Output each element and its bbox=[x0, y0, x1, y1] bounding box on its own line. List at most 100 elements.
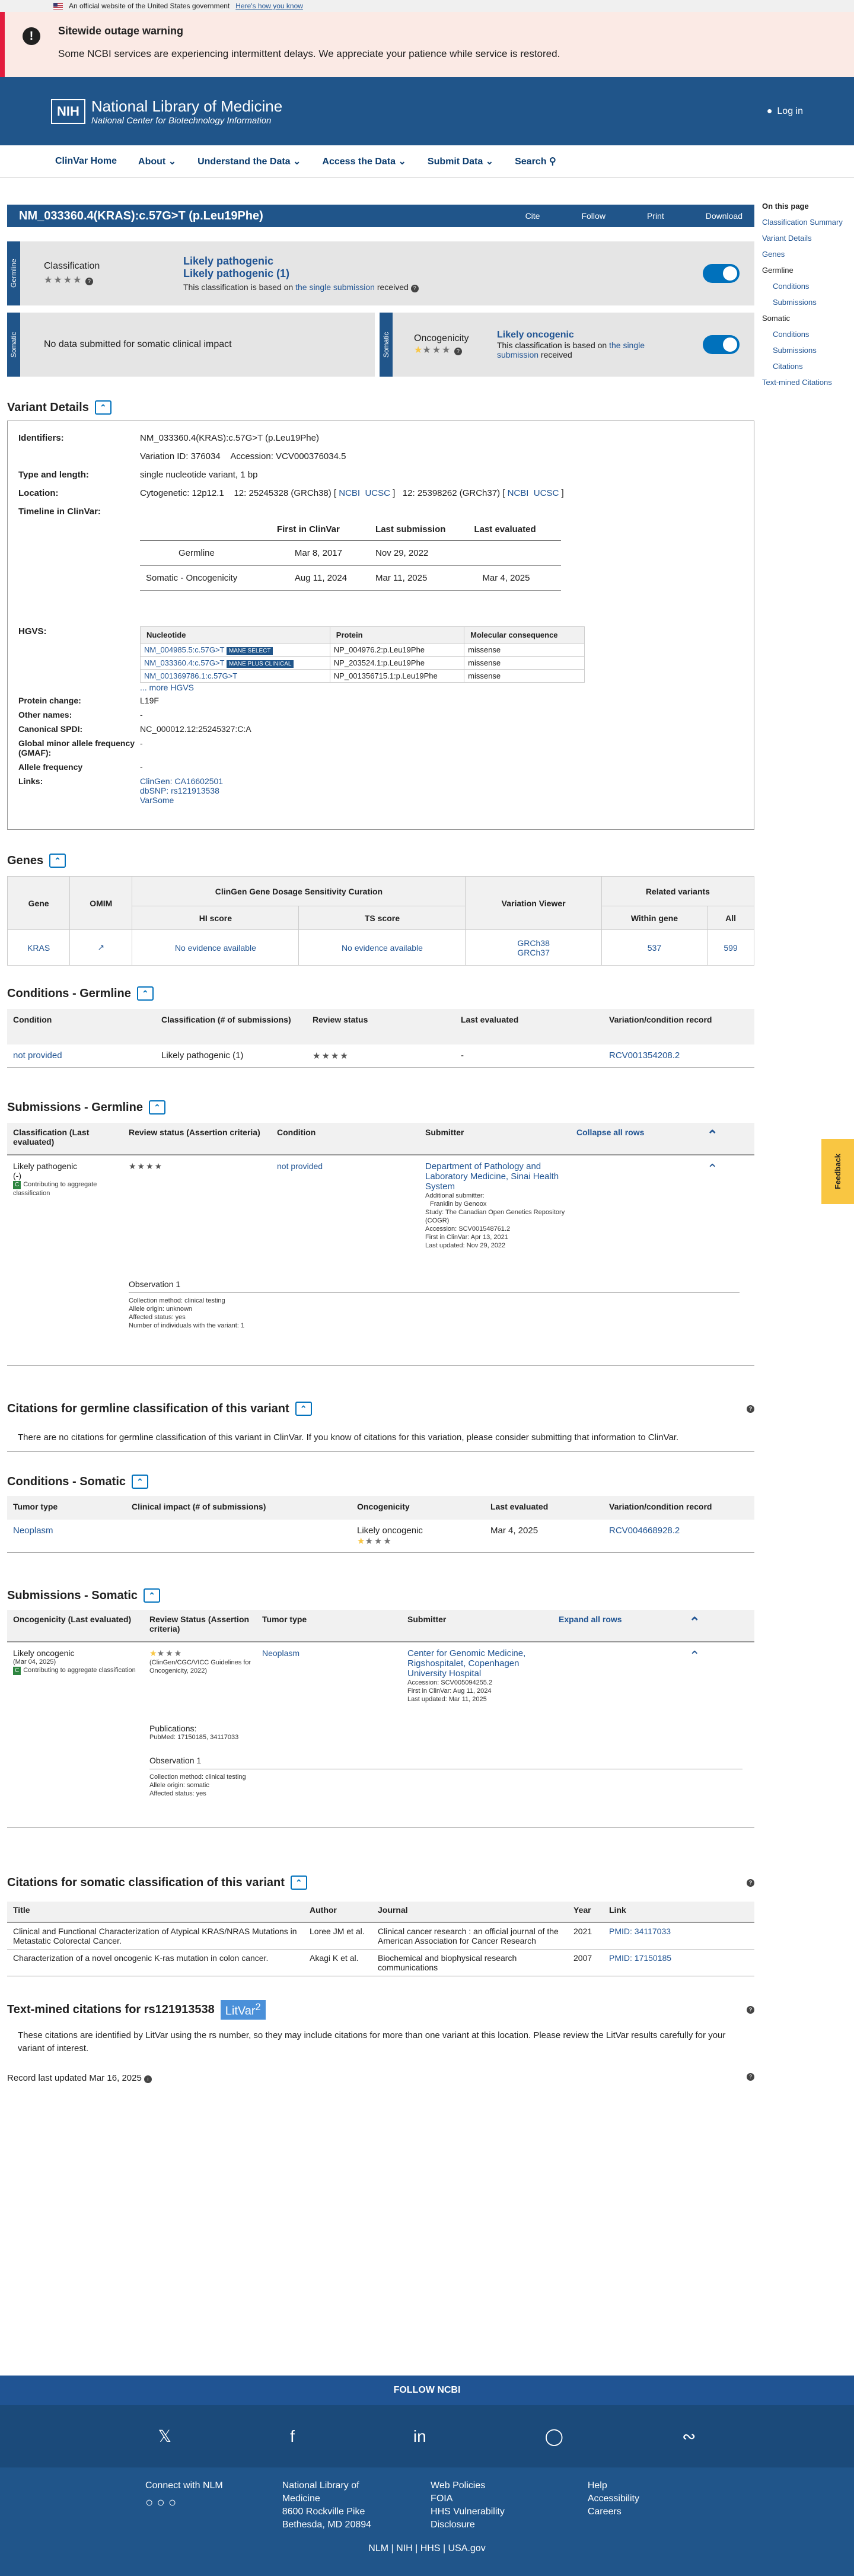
on-this-page-title: On this page bbox=[762, 202, 809, 211]
variant-details-box: Identifiers: NM_033360.4(KRAS):c.57G>T (p… bbox=[7, 421, 754, 830]
collapse-icon[interactable]: ⌃ bbox=[136, 986, 154, 1001]
type-label: Type and length: bbox=[18, 470, 89, 480]
github-icon[interactable]: ◯ bbox=[545, 2427, 563, 2446]
somatic-label-2: Somatic bbox=[380, 313, 393, 377]
gene-kras-link[interactable]: KRAS bbox=[27, 943, 50, 953]
dbsnp-link[interactable]: dbSNP: rs121913538 bbox=[140, 786, 743, 795]
somatic-label: Somatic bbox=[7, 313, 20, 377]
nav-search[interactable]: Search ⚲ bbox=[515, 155, 556, 167]
cite-button[interactable]: Cite bbox=[525, 211, 540, 221]
collapse-icon[interactable]: ⌃ bbox=[144, 1588, 161, 1603]
nlm-logo[interactable]: NIH National Library of Medicine Nationa… bbox=[51, 97, 282, 126]
x-icon[interactable]: 𝕏 bbox=[158, 2427, 172, 2446]
nav-clinvar-home[interactable]: ClinVar Home bbox=[55, 156, 117, 167]
external-link-icon[interactable]: ↗ bbox=[97, 942, 104, 952]
collapse-icon[interactable]: ⌃ bbox=[290, 1876, 307, 1890]
help-icon[interactable]: ? bbox=[410, 284, 419, 292]
feedback-button[interactable]: Feedback bbox=[821, 1139, 854, 1204]
germline-toggle[interactable] bbox=[703, 264, 740, 283]
single-submission-link[interactable]: the single submission bbox=[295, 282, 375, 292]
somatic-toggle[interactable] bbox=[703, 335, 740, 354]
germline-summary: Germline Classification ★★★★ ? Likely pa… bbox=[7, 241, 754, 305]
expand-all-button[interactable]: Expand all rows bbox=[559, 1615, 689, 1636]
main-nav: ClinVar Home About ⌄ Understand the Data… bbox=[0, 145, 854, 178]
rn-genes[interactable]: Genes bbox=[762, 250, 854, 259]
somatic-basis: This classification is based on the sing… bbox=[497, 340, 645, 359]
nav-access[interactable]: Access the Data ⌄ bbox=[322, 155, 406, 167]
chevron-up-icon[interactable]: ⌃ bbox=[689, 1615, 737, 1636]
variant-details-title: Variant Details bbox=[7, 400, 89, 414]
litvar-logo[interactable]: LitVar2 bbox=[220, 2000, 266, 2020]
footer-bottom-links[interactable]: NLM | NIH | HHS | USA.gov bbox=[0, 2543, 854, 2554]
hgvs-label: HGVS: bbox=[18, 626, 47, 636]
social-links: 𝕏 f in ◯ ∾ bbox=[0, 2405, 854, 2467]
youtube-icon[interactable]: ○ bbox=[168, 2495, 176, 2510]
submissions-germline-row: Likely pathogenic (-) C Contributing to agg… bbox=[7, 1155, 754, 1256]
us-flag-icon bbox=[53, 2, 63, 9]
somatic-oncogenicity: Likely oncogenic bbox=[497, 330, 574, 340]
rn-variant-details[interactable]: Variant Details bbox=[762, 234, 854, 243]
x-icon[interactable]: ○ bbox=[145, 2495, 153, 2510]
collapse-icon[interactable]: ⌃ bbox=[132, 1475, 148, 1489]
download-button[interactable]: Download bbox=[706, 211, 743, 221]
rn-germline-submissions[interactable]: Submissions bbox=[762, 298, 854, 307]
accession: Accession: VCV000376034.5 bbox=[230, 451, 346, 461]
rn-classification-summary[interactable]: Classification Summary bbox=[762, 218, 854, 227]
somatic-publications: Publications: PubMed: 17150185, 34117033 bbox=[149, 1724, 239, 1741]
clingen-link[interactable]: ClinGen: CA16602501 bbox=[140, 776, 743, 786]
rss-icon[interactable]: ∾ bbox=[682, 2427, 696, 2446]
conditions-somatic-header: Tumor type Clinical impact (# of submissi… bbox=[7, 1496, 754, 1520]
rn-germline-conditions[interactable]: Conditions bbox=[762, 282, 854, 291]
print-button[interactable]: Print bbox=[647, 211, 664, 221]
help-icon[interactable]: ? bbox=[747, 1878, 754, 1887]
rn-somatic-conditions[interactable]: Conditions bbox=[762, 330, 854, 339]
facebook-icon[interactable]: f bbox=[290, 2427, 295, 2446]
gold-star: ★ bbox=[414, 345, 423, 355]
nav-about[interactable]: About ⌄ bbox=[138, 155, 176, 167]
collapse-icon[interactable]: ⌃ bbox=[49, 854, 66, 868]
collapse-all-button[interactable]: Collapse all rows bbox=[576, 1128, 707, 1150]
somatic-observation: Observation 1 Collection method: clinica… bbox=[149, 1756, 754, 1798]
chevron-up-icon[interactable]: ⌃ bbox=[707, 1128, 754, 1150]
ncbi-link-37[interactable]: NCBI bbox=[508, 488, 529, 498]
timeline-label: Timeline in ClinVar: bbox=[18, 507, 101, 517]
follow-button[interactable]: Follow bbox=[581, 211, 605, 221]
collapse-icon[interactable]: ⌃ bbox=[94, 400, 111, 415]
help-icon[interactable]: ? bbox=[747, 1405, 754, 1413]
submissions-somatic-row: Likely oncogenic (Mar 04, 2025) C Contribut… bbox=[7, 1642, 754, 1709]
chevron-up-icon[interactable]: ⌃ bbox=[689, 1648, 737, 1703]
somatic-summary: Somatic No data submitted for somatic cl… bbox=[7, 313, 754, 377]
outage-message: Some NCBI services are experiencing inte… bbox=[58, 48, 560, 59]
ucsc-link-37[interactable]: UCSC bbox=[534, 488, 559, 498]
somatic-clinical-box: Somatic No data submitted for somatic cl… bbox=[7, 313, 375, 377]
chevron-up-icon[interactable]: ⌃ bbox=[707, 1161, 754, 1250]
ucsc-link-38[interactable]: UCSC bbox=[365, 488, 390, 498]
linkedin-icon[interactable]: in bbox=[413, 2427, 426, 2446]
rn-somatic-submissions[interactable]: Submissions bbox=[762, 346, 854, 355]
variant-details-heading: Variant Details ⌃ bbox=[7, 400, 754, 415]
more-hgvs-link[interactable]: ... more HGVS bbox=[140, 683, 585, 692]
germline-basis: This classification is based on the sing… bbox=[183, 282, 419, 292]
facebook-icon[interactable]: ○ bbox=[157, 2495, 164, 2510]
help-icon[interactable]: ? bbox=[747, 2072, 754, 2081]
nav-submit[interactable]: Submit Data ⌄ bbox=[428, 155, 493, 167]
variation-id: Variation ID: 376034 bbox=[140, 451, 221, 461]
record-updated: Record last updated Mar 16, 2025 i ? bbox=[7, 2072, 754, 2083]
main-content: NM_033360.4(KRAS):c.57G>T (p.Leu19Phe) C… bbox=[7, 205, 755, 2083]
help-icon[interactable]: ? bbox=[454, 348, 462, 355]
help-icon[interactable]: ? bbox=[747, 2005, 754, 2014]
conditions-germline-heading: Conditions - Germline ⌃ bbox=[7, 986, 754, 1001]
citation-row: Characterization of a novel oncogenic K-… bbox=[7, 1950, 754, 1976]
collapse-icon[interactable]: ⌃ bbox=[295, 1402, 312, 1416]
variant-details-grid: Identifiers: NM_033360.4(KRAS):c.57G>T (p… bbox=[18, 433, 743, 517]
varsome-link[interactable]: VarSome bbox=[140, 795, 743, 805]
login-button[interactable]: ● Log in bbox=[767, 106, 803, 117]
nav-understand[interactable]: Understand the Data ⌄ bbox=[197, 155, 301, 167]
heres-how-link[interactable]: Here's how you know bbox=[235, 2, 303, 10]
somatic-clinical-text: No data submitted for somatic clinical i… bbox=[44, 339, 232, 349]
collapse-icon[interactable]: ⌃ bbox=[148, 1100, 165, 1115]
ncbi-link-38[interactable]: NCBI bbox=[339, 488, 360, 498]
rn-citations[interactable]: Citations bbox=[762, 362, 854, 371]
help-icon[interactable]: ? bbox=[85, 278, 93, 285]
rn-text-mined[interactable]: Text-mined Citations bbox=[762, 378, 854, 387]
